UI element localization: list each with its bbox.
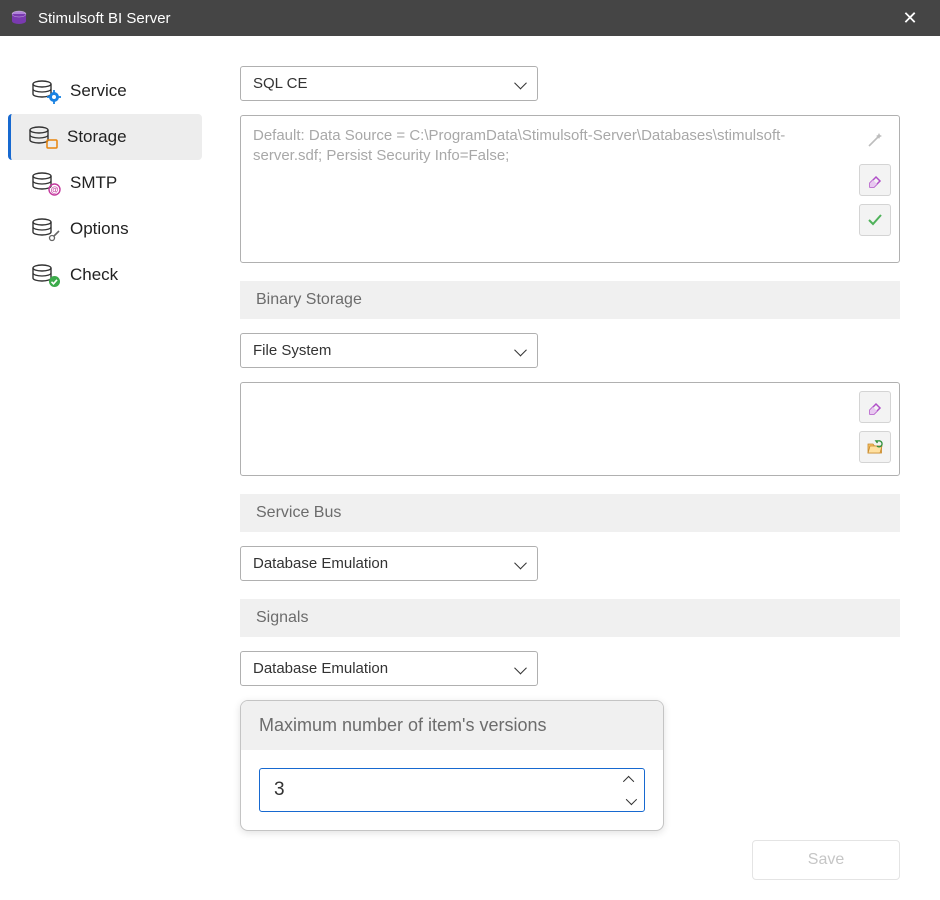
titlebar: Stimulsoft BI Server ✕ [0,0,940,36]
signals-type-select[interactable]: Database Emulation [240,651,538,686]
check-icon [30,264,58,286]
connection-string-actions [851,116,899,262]
binary-storage-path-input[interactable] [241,383,851,475]
eraser-button[interactable] [859,164,891,196]
eraser-icon [866,398,884,416]
main: Service Storage [0,36,940,900]
service-icon [30,80,58,102]
sidebar-item-service[interactable]: Service [8,68,202,114]
eraser-button-2[interactable] [859,391,891,423]
sidebar-item-check[interactable]: Check [8,252,202,298]
browse-folder-button[interactable] [859,431,891,463]
checkmark-icon [866,211,884,229]
wand-icon [866,131,884,149]
binary-storage-type-value: File System [253,342,331,359]
sidebar-item-label: SMTP [70,173,117,193]
signals-header: Signals [240,599,900,637]
service-bus-header: Service Bus [240,494,900,532]
sidebar-item-smtp[interactable]: @ SMTP [8,160,202,206]
max-versions-header: Maximum number of item's versions [241,701,663,750]
binary-storage-actions [851,383,899,475]
connection-string-input[interactable]: Default: Data Source = C:\ProgramData\St… [241,116,851,262]
validate-button[interactable] [859,204,891,236]
max-versions-value[interactable]: 3 [260,769,616,811]
title-text: Stimulsoft BI Server [38,10,890,27]
spinner-down[interactable] [616,790,644,811]
max-versions-spinner[interactable]: 3 [259,768,645,812]
service-bus-type-select[interactable]: Database Emulation [240,546,538,581]
save-button[interactable]: Save [752,840,900,880]
max-versions-card: Maximum number of item's versions 3 [240,700,664,831]
app-icon [10,9,28,27]
content: SQL CE Default: Data Source = C:\Program… [210,36,940,900]
connection-string-box: Default: Data Source = C:\ProgramData\St… [240,115,900,263]
database-type-select[interactable]: SQL CE [240,66,538,101]
binary-storage-type-select[interactable]: File System [240,333,538,368]
binary-storage-header: Binary Storage [240,281,900,319]
signals-type-value: Database Emulation [253,660,388,677]
folder-open-icon [866,438,884,456]
binary-storage-path-box [240,382,900,476]
signals-section: Signals Database Emulation [240,599,900,686]
storage-icon [27,126,55,148]
sidebar-item-label: Storage [67,127,127,147]
sidebar-item-label: Check [70,265,118,285]
sidebar-item-options[interactable]: Options [8,206,202,252]
service-bus-section: Service Bus Database Emulation [240,494,900,581]
spinner-up[interactable] [616,769,644,790]
save-label: Save [808,851,844,869]
service-bus-type-value: Database Emulation [253,555,388,572]
database-type-value: SQL CE [253,75,307,92]
options-icon [30,218,58,240]
smtp-icon: @ [30,172,58,194]
sidebar-item-label: Service [70,81,127,101]
eraser-icon [866,171,884,189]
binary-storage-section: Binary Storage File System [240,281,900,476]
svg-text:@: @ [51,186,59,195]
close-button[interactable]: ✕ [890,0,930,36]
sidebar-item-storage[interactable]: Storage [8,114,202,160]
sidebar-item-label: Options [70,219,129,239]
wand-button[interactable] [859,124,891,156]
spinner-buttons [616,769,644,811]
sidebar: Service Storage [0,36,210,900]
